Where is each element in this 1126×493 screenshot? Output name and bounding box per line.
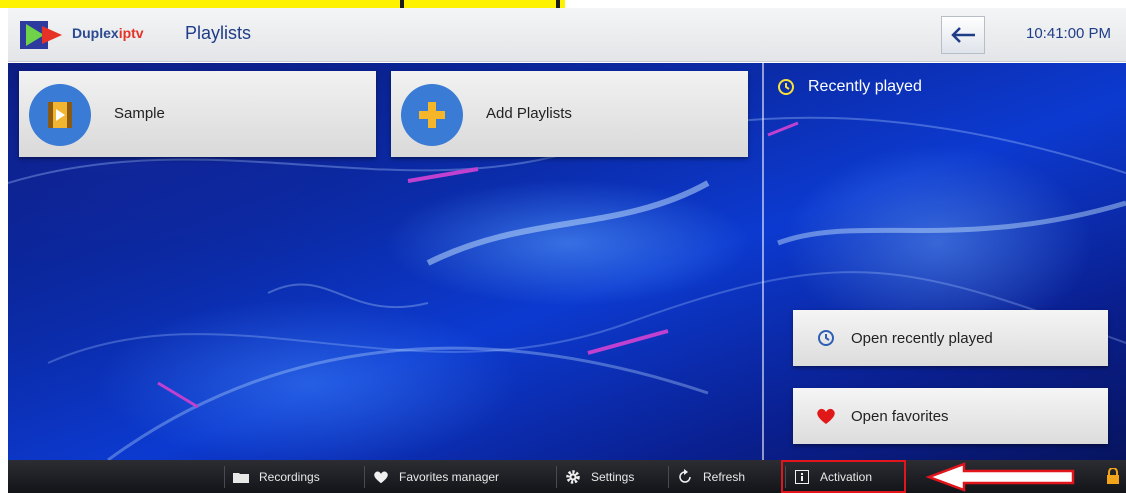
bottom-toolbar: Recordings Favorites manager Settings Re… (8, 460, 1126, 493)
settings-button[interactable]: Settings (556, 466, 642, 488)
clock: 10:41:00 PM (1026, 25, 1112, 42)
app-screen: Duplexiptv Playlists 10:41:00 PM Sample … (0, 0, 1126, 493)
back-arrow-icon (951, 27, 975, 43)
button-label: Open recently played (851, 329, 993, 347)
playlist-tile-sample[interactable]: Sample (19, 71, 376, 157)
history-icon (815, 327, 837, 349)
folder-icon (233, 470, 249, 484)
panel-divider (762, 63, 764, 460)
activation-highlight-box (781, 460, 906, 493)
history-icon (778, 79, 794, 95)
playlist-label: Sample (114, 105, 165, 122)
favorites-manager-button[interactable]: Favorites manager (364, 466, 507, 488)
video-file-icon (29, 84, 91, 146)
brand-name: Duplexiptv (72, 25, 144, 41)
heart-icon (373, 470, 389, 484)
duplex-logo-icon (18, 20, 68, 50)
open-favorites-button[interactable]: Open favorites (793, 388, 1108, 444)
top-bar: Duplexiptv Playlists 10:41:00 PM (8, 8, 1126, 62)
toolbar-label: Favorites manager (399, 470, 500, 484)
plus-icon (401, 84, 463, 146)
refresh-icon (677, 469, 693, 484)
playlist-label: Add Playlists (486, 105, 572, 122)
content-area: Sample Add Playlists Recently played Ope… (8, 63, 1126, 460)
red-arrow-icon (926, 462, 1075, 492)
open-recently-played-button[interactable]: Open recently played (793, 310, 1108, 366)
recordings-button[interactable]: Recordings (224, 466, 328, 488)
toolbar-label: Settings (591, 470, 635, 484)
toolbar-label: Refresh (703, 470, 746, 484)
recently-played-label: Recently played (808, 78, 922, 95)
highlight-banner (0, 0, 565, 8)
gear-icon (565, 470, 581, 484)
heart-icon (815, 405, 837, 427)
lock-icon (1107, 468, 1119, 484)
button-label: Open favorites (851, 407, 949, 425)
add-playlist-tile[interactable]: Add Playlists (391, 71, 748, 157)
back-button[interactable] (941, 16, 985, 54)
refresh-button[interactable]: Refresh (668, 466, 753, 488)
recently-played-heading: Recently played (776, 77, 922, 97)
page-title: Playlists (185, 23, 252, 43)
toolbar-label: Recordings (259, 470, 320, 484)
